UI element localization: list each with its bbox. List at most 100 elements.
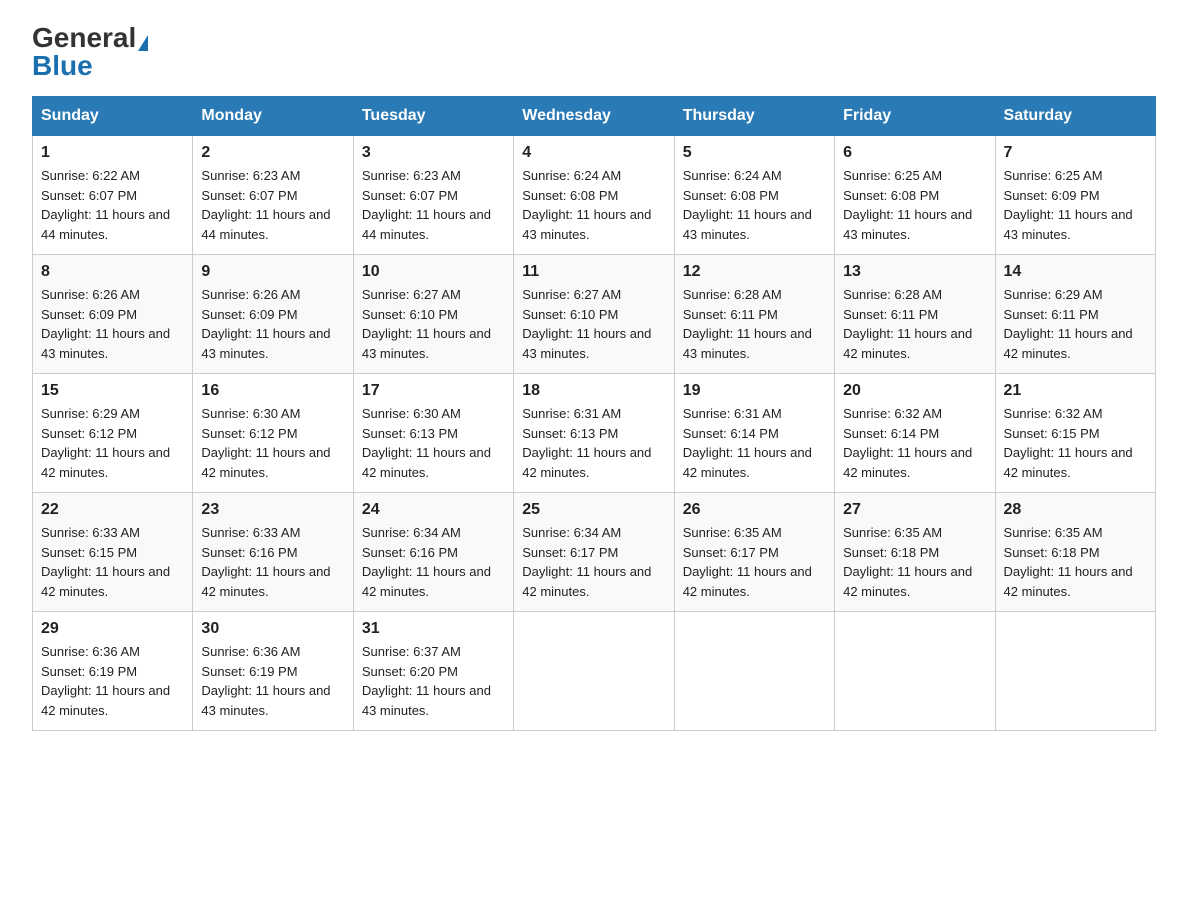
day-number: 10 [362,263,505,281]
calendar-cell: 22 Sunrise: 6:33 AMSunset: 6:15 PMDayligh… [33,493,193,612]
calendar-cell [674,612,834,731]
day-number: 12 [683,263,826,281]
day-info: Sunrise: 6:25 AMSunset: 6:08 PMDaylight:… [843,166,986,244]
day-number: 4 [522,144,665,162]
day-info: Sunrise: 6:33 AMSunset: 6:16 PMDaylight:… [201,523,344,601]
day-number: 24 [362,501,505,519]
day-info: Sunrise: 6:35 AMSunset: 6:18 PMDaylight:… [1004,523,1147,601]
day-number: 13 [843,263,986,281]
day-number: 19 [683,382,826,400]
header-cell-saturday: Saturday [995,97,1155,136]
logo-general-line: General [32,24,148,52]
day-number: 29 [41,620,184,638]
day-info: Sunrise: 6:31 AMSunset: 6:14 PMDaylight:… [683,404,826,482]
day-info: Sunrise: 6:33 AMSunset: 6:15 PMDaylight:… [41,523,184,601]
day-number: 21 [1004,382,1147,400]
day-number: 1 [41,144,184,162]
week-row-4: 22 Sunrise: 6:33 AMSunset: 6:15 PMDayligh… [33,493,1156,612]
calendar-cell: 20 Sunrise: 6:32 AMSunset: 6:14 PMDayligh… [835,374,995,493]
week-row-2: 8 Sunrise: 6:26 AMSunset: 6:09 PMDaylight… [33,255,1156,374]
day-number: 23 [201,501,344,519]
header-cell-friday: Friday [835,97,995,136]
week-row-3: 15 Sunrise: 6:29 AMSunset: 6:12 PMDayligh… [33,374,1156,493]
day-number: 30 [201,620,344,638]
calendar-cell: 2Sunrise: 6:23 AMSunset: 6:07 PMDaylight… [193,136,353,255]
day-number: 6 [843,144,986,162]
calendar-cell: 7 Sunrise: 6:25 AMSunset: 6:09 PMDaylight… [995,136,1155,255]
day-info: Sunrise: 6:24 AMSunset: 6:08 PMDaylight:… [683,166,826,244]
calendar-cell: 5Sunrise: 6:24 AMSunset: 6:08 PMDaylight… [674,136,834,255]
calendar-header: SundayMondayTuesdayWednesdayThursdayFrid… [33,97,1156,136]
calendar-cell: 4Sunrise: 6:24 AMSunset: 6:08 PMDaylight… [514,136,674,255]
calendar-cell: 18 Sunrise: 6:31 AMSunset: 6:13 PMDayligh… [514,374,674,493]
day-info: Sunrise: 6:25 AMSunset: 6:09 PMDaylight:… [1004,166,1147,244]
day-number: 20 [843,382,986,400]
day-info: Sunrise: 6:26 AMSunset: 6:09 PMDaylight:… [201,285,344,363]
day-info: Sunrise: 6:32 AMSunset: 6:15 PMDaylight:… [1004,404,1147,482]
calendar-body: 1 Sunrise: 6:22 AMSunset: 6:07 PMDaylight… [33,136,1156,731]
calendar-cell: 1 Sunrise: 6:22 AMSunset: 6:07 PMDaylight… [33,136,193,255]
calendar-cell [514,612,674,731]
day-info: Sunrise: 6:28 AMSunset: 6:11 PMDaylight:… [683,285,826,363]
day-info: Sunrise: 6:22 AMSunset: 6:07 PMDaylight:… [41,166,184,244]
calendar-cell: 6 Sunrise: 6:25 AMSunset: 6:08 PMDaylight… [835,136,995,255]
logo-general-text: General [32,22,136,53]
header-cell-monday: Monday [193,97,353,136]
day-number: 26 [683,501,826,519]
day-info: Sunrise: 6:32 AMSunset: 6:14 PMDaylight:… [843,404,986,482]
calendar-cell: 30 Sunrise: 6:36 AMSunset: 6:19 PMDayligh… [193,612,353,731]
calendar-cell: 17Sunrise: 6:30 AMSunset: 6:13 PMDayligh… [353,374,513,493]
day-info: Sunrise: 6:36 AMSunset: 6:19 PMDaylight:… [41,642,184,720]
page-header: General Blue [32,24,1156,80]
calendar-cell: 21 Sunrise: 6:32 AMSunset: 6:15 PMDayligh… [995,374,1155,493]
day-info: Sunrise: 6:29 AMSunset: 6:11 PMDaylight:… [1004,285,1147,363]
calendar-cell: 29 Sunrise: 6:36 AMSunset: 6:19 PMDayligh… [33,612,193,731]
day-number: 28 [1004,501,1147,519]
day-info: Sunrise: 6:29 AMSunset: 6:12 PMDaylight:… [41,404,184,482]
logo: General Blue [32,24,148,80]
day-number: 3 [362,144,505,162]
day-number: 16 [201,382,344,400]
day-info: Sunrise: 6:35 AMSunset: 6:17 PMDaylight:… [683,523,826,601]
day-info: Sunrise: 6:34 AMSunset: 6:17 PMDaylight:… [522,523,665,601]
week-row-1: 1 Sunrise: 6:22 AMSunset: 6:07 PMDaylight… [33,136,1156,255]
day-number: 17 [362,382,505,400]
header-cell-sunday: Sunday [33,97,193,136]
day-info: Sunrise: 6:36 AMSunset: 6:19 PMDaylight:… [201,642,344,720]
logo-blue-text: Blue [32,52,93,80]
day-info: Sunrise: 6:34 AMSunset: 6:16 PMDaylight:… [362,523,505,601]
calendar-cell: 3 Sunrise: 6:23 AMSunset: 6:07 PMDaylight… [353,136,513,255]
calendar-cell: 13 Sunrise: 6:28 AMSunset: 6:11 PMDayligh… [835,255,995,374]
day-number: 14 [1004,263,1147,281]
calendar-cell: 28 Sunrise: 6:35 AMSunset: 6:18 PMDayligh… [995,493,1155,612]
day-number: 8 [41,263,184,281]
day-info: Sunrise: 6:27 AMSunset: 6:10 PMDaylight:… [522,285,665,363]
day-info: Sunrise: 6:26 AMSunset: 6:09 PMDaylight:… [41,285,184,363]
day-info: Sunrise: 6:23 AMSunset: 6:07 PMDaylight:… [362,166,505,244]
calendar-cell: 23 Sunrise: 6:33 AMSunset: 6:16 PMDayligh… [193,493,353,612]
day-info: Sunrise: 6:37 AMSunset: 6:20 PMDaylight:… [362,642,505,720]
day-info: Sunrise: 6:35 AMSunset: 6:18 PMDaylight:… [843,523,986,601]
day-number: 18 [522,382,665,400]
day-number: 2 [201,144,344,162]
header-row: SundayMondayTuesdayWednesdayThursdayFrid… [33,97,1156,136]
calendar-cell: 16 Sunrise: 6:30 AMSunset: 6:12 PMDayligh… [193,374,353,493]
day-number: 15 [41,382,184,400]
calendar-cell: 24 Sunrise: 6:34 AMSunset: 6:16 PMDayligh… [353,493,513,612]
calendar-cell: 8 Sunrise: 6:26 AMSunset: 6:09 PMDaylight… [33,255,193,374]
calendar-cell: 19 Sunrise: 6:31 AMSunset: 6:14 PMDayligh… [674,374,834,493]
week-row-5: 29 Sunrise: 6:36 AMSunset: 6:19 PMDayligh… [33,612,1156,731]
day-info: Sunrise: 6:30 AMSunset: 6:12 PMDaylight:… [201,404,344,482]
day-number: 7 [1004,144,1147,162]
header-cell-thursday: Thursday [674,97,834,136]
day-info: Sunrise: 6:27 AMSunset: 6:10 PMDaylight:… [362,285,505,363]
calendar-cell: 11Sunrise: 6:27 AMSunset: 6:10 PMDayligh… [514,255,674,374]
day-info: Sunrise: 6:28 AMSunset: 6:11 PMDaylight:… [843,285,986,363]
logo-triangle-icon [138,35,148,51]
calendar-cell: 10 Sunrise: 6:27 AMSunset: 6:10 PMDayligh… [353,255,513,374]
calendar-cell: 27Sunrise: 6:35 AMSunset: 6:18 PMDayligh… [835,493,995,612]
calendar-cell: 25Sunrise: 6:34 AMSunset: 6:17 PMDayligh… [514,493,674,612]
day-info: Sunrise: 6:31 AMSunset: 6:13 PMDaylight:… [522,404,665,482]
calendar-table: SundayMondayTuesdayWednesdayThursdayFrid… [32,96,1156,731]
day-number: 22 [41,501,184,519]
